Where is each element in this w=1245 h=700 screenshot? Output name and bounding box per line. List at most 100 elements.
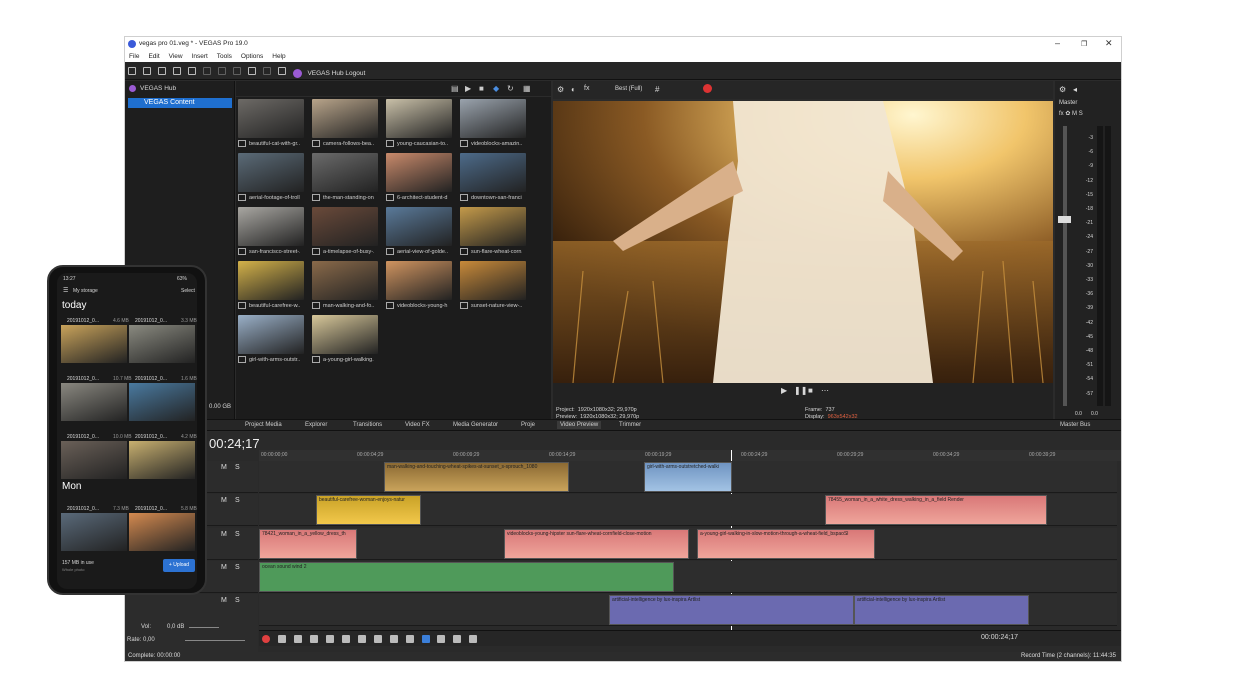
timeline-clip[interactable]: a-young-girl-walking-in-slow-motion-thro… xyxy=(697,529,875,559)
phone-thumbnail[interactable] xyxy=(129,441,195,479)
timeline-ruler[interactable]: 00:00:00;00 00:00:04;29 00:00:09;29 00:00:1… xyxy=(259,450,1121,461)
media-thumbnail[interactable] xyxy=(460,99,526,138)
stop-icon[interactable]: ■ xyxy=(808,386,813,395)
tab-trimmer[interactable]: Trimmer xyxy=(619,422,641,428)
media-thumbnail[interactable] xyxy=(238,207,304,246)
phone-thumbnail[interactable] xyxy=(61,513,127,551)
timeline-clip[interactable]: 78421_woman_in_a_yellow_dress_th xyxy=(259,529,357,559)
phone-thumbnail[interactable] xyxy=(129,383,195,421)
media-thumbnail[interactable] xyxy=(312,153,378,192)
media-thumbnail[interactable] xyxy=(386,99,452,138)
selection-tool[interactable] xyxy=(453,635,462,643)
phone-thumbnail[interactable] xyxy=(61,325,127,363)
phone-thumbnail[interactable] xyxy=(61,441,127,479)
play-icon[interactable]: ▶ xyxy=(465,84,471,93)
timeline-clip[interactable]: ocean sound wind 2 xyxy=(259,562,674,592)
media-thumbnail[interactable] xyxy=(312,261,378,300)
menu-view[interactable]: View xyxy=(169,51,183,62)
go-end-button[interactable] xyxy=(373,635,382,643)
master-fader[interactable] xyxy=(1063,126,1067,406)
play-from-start-button[interactable] xyxy=(293,635,302,643)
tab-project-media[interactable]: Project Media xyxy=(245,422,282,428)
fx-icon[interactable]: fx xyxy=(584,85,589,92)
media-thumbnail[interactable] xyxy=(460,261,526,300)
gear-icon[interactable]: ⚙ xyxy=(1059,85,1066,94)
timeline-clip[interactable]: beautiful-carefree-woman-enjoys-natur xyxy=(316,495,421,525)
play-icon[interactable]: ▶ xyxy=(781,386,787,395)
render-icon[interactable] xyxy=(172,67,181,75)
new-icon[interactable] xyxy=(128,67,136,75)
next-frame-button[interactable] xyxy=(405,635,414,643)
menu-icon[interactable]: ☰ xyxy=(63,287,68,294)
media-thumbnail[interactable] xyxy=(460,207,526,246)
pause-icon[interactable]: ❚❚ xyxy=(794,386,807,395)
stop-icon[interactable]: ■ xyxy=(479,84,484,93)
menu-edit[interactable]: Edit xyxy=(148,51,159,62)
phone-thumbnail[interactable] xyxy=(129,325,195,363)
tab-video-preview[interactable]: Video Preview xyxy=(557,421,602,429)
stop-button[interactable] xyxy=(341,635,350,643)
phone-thumbnail[interactable] xyxy=(61,383,127,421)
tab-transitions[interactable]: Transitions xyxy=(353,422,382,428)
select-button[interactable]: Select xyxy=(181,288,195,294)
phone-thumbnail[interactable] xyxy=(129,513,195,551)
tab-master-bus[interactable]: Master Bus xyxy=(1060,422,1090,428)
undo-icon[interactable] xyxy=(247,67,256,75)
tree-item-vegas-content[interactable]: VEGAS Content xyxy=(128,98,232,108)
master-fader-handle[interactable] xyxy=(1058,216,1071,223)
loop-icon[interactable]: ↻ xyxy=(507,84,514,93)
media-thumbnail[interactable] xyxy=(386,261,452,300)
close-icon[interactable]: ✕ xyxy=(1105,38,1113,49)
rate-slider[interactable] xyxy=(185,640,245,641)
tab-project[interactable]: Proje xyxy=(521,422,535,428)
gear-icon[interactable]: ⚙ xyxy=(557,85,564,94)
timeline-clip[interactable]: videoblocks-young-hipster sun-flare-whea… xyxy=(504,529,689,559)
media-thumbnail[interactable] xyxy=(386,207,452,246)
hub-logout-link[interactable]: VEGAS Hub Logout xyxy=(307,70,365,77)
split-icon[interactable]: ◐ xyxy=(571,85,576,94)
media-thumbnail[interactable] xyxy=(386,153,452,192)
media-thumbnail[interactable] xyxy=(238,315,304,354)
prev-frame-button[interactable] xyxy=(389,635,398,643)
paste-icon[interactable] xyxy=(232,67,241,75)
tab-media-generator[interactable]: Media Generator xyxy=(453,422,498,428)
speaker-icon[interactable]: ◂ xyxy=(1073,85,1077,94)
redo-icon[interactable] xyxy=(262,67,271,75)
record-button[interactable] xyxy=(262,635,270,643)
tab-video-fx[interactable]: Video FX xyxy=(405,422,430,428)
cut-icon[interactable] xyxy=(202,67,211,75)
media-thumbnail[interactable] xyxy=(312,207,378,246)
copy-icon[interactable] xyxy=(217,67,226,75)
timeline-clip[interactable]: girl-with-arms-outstretched-walki xyxy=(644,462,732,492)
media-thumbnail[interactable] xyxy=(460,153,526,192)
loop-button[interactable] xyxy=(277,635,286,643)
more-icon[interactable]: ⋯ xyxy=(821,386,829,395)
media-thumbnail[interactable] xyxy=(312,315,378,354)
menu-insert[interactable]: Insert xyxy=(192,51,208,62)
go-start-button[interactable] xyxy=(357,635,366,643)
timeline-clip[interactable]: 78455_woman_in_a_white_dress_walking_in_… xyxy=(825,495,1047,525)
timeline-clip[interactable]: artificial-intelligence by lux-inspira A… xyxy=(854,595,1029,625)
media-thumbnail[interactable] xyxy=(238,153,304,192)
maximize-icon[interactable]: ❐ xyxy=(1081,40,1087,48)
view-icon[interactable]: ▦ xyxy=(523,84,531,93)
timeline-clip[interactable]: man-walking-and-touching-wheat-spikes-at… xyxy=(384,462,569,492)
gear-icon[interactable] xyxy=(187,67,196,75)
media-thumbnail[interactable] xyxy=(238,99,304,138)
tab-explorer[interactable]: Explorer xyxy=(305,422,327,428)
pause-button[interactable] xyxy=(325,635,334,643)
auto-preview-icon[interactable]: ◆ xyxy=(493,84,499,93)
minimize-icon[interactable]: – xyxy=(1055,38,1060,48)
menu-file[interactable]: File xyxy=(129,51,139,62)
media-thumbnail[interactable] xyxy=(238,261,304,300)
track-header[interactable]: MS xyxy=(125,594,258,626)
normal-edit-tool[interactable] xyxy=(421,635,430,643)
grid-icon[interactable]: # xyxy=(655,85,659,94)
timeline-clip[interactable]: artificial-intelligence by lux-inspira A… xyxy=(609,595,854,625)
upload-button[interactable]: + Upload xyxy=(163,559,195,572)
open-icon[interactable] xyxy=(142,67,151,75)
record-icon[interactable] xyxy=(703,84,712,93)
fx-icon[interactable]: fx ✿ M S xyxy=(1059,110,1083,117)
envelope-tool[interactable] xyxy=(437,635,446,643)
vol-slider[interactable] xyxy=(189,627,219,628)
